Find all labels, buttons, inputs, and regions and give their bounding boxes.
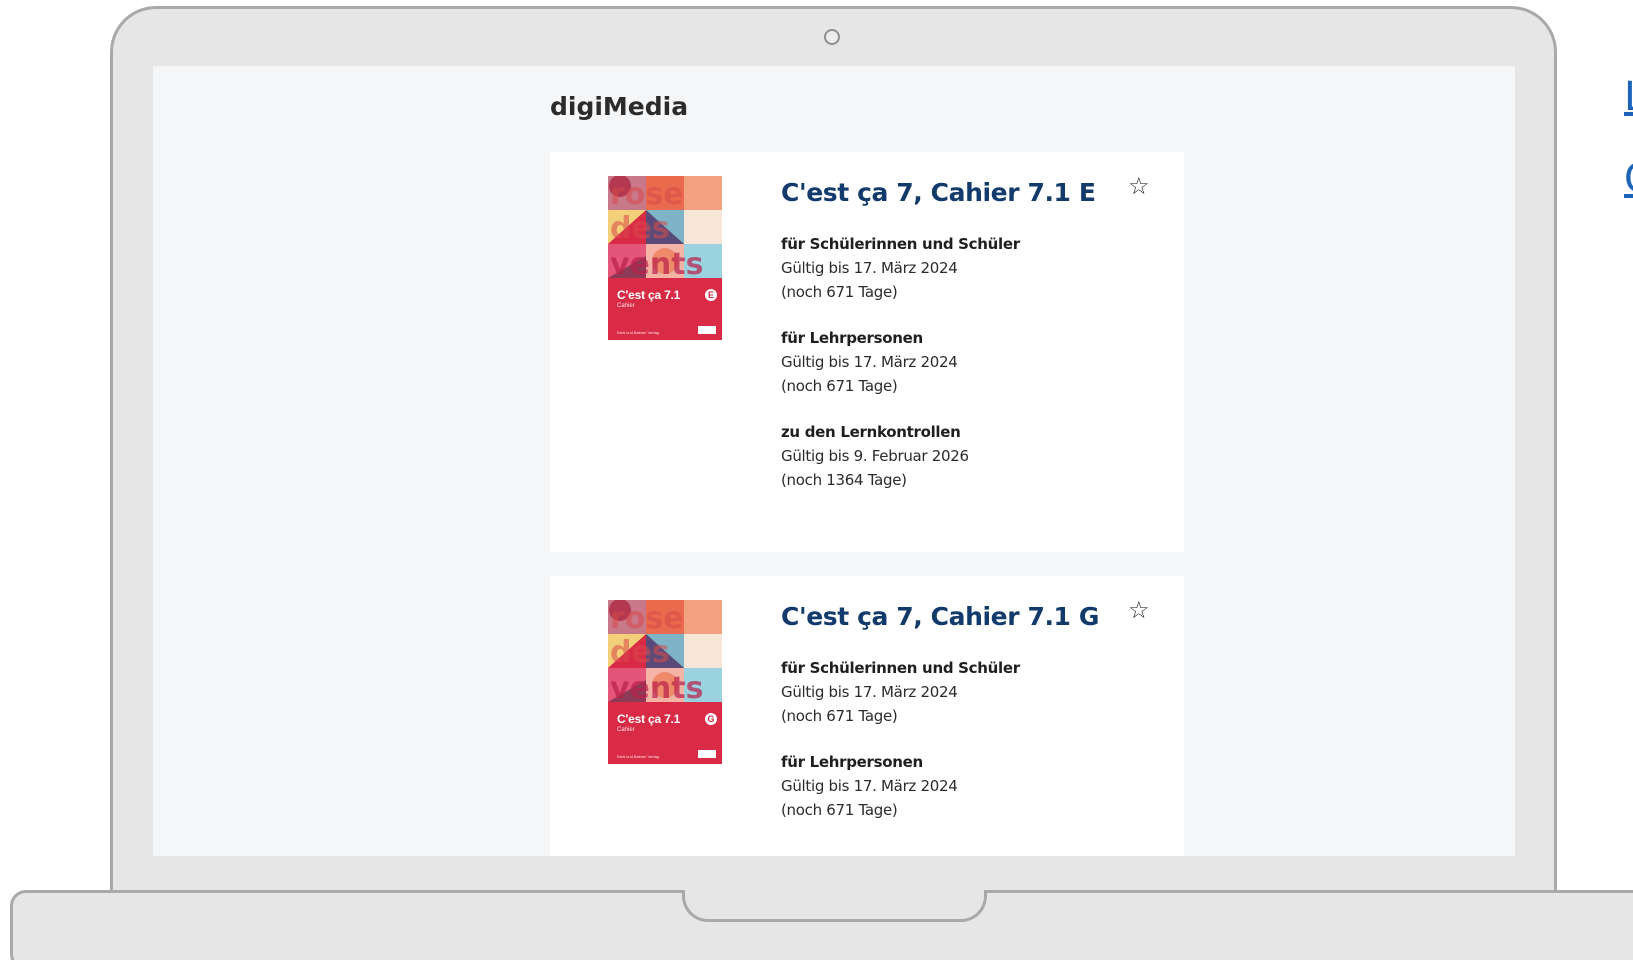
svg-text:vents: vents	[610, 671, 703, 706]
page-title: digiMedia	[550, 92, 689, 121]
license-label[interactable]: zu den Lernkontrollen	[781, 420, 1141, 444]
cover-title: C'est ça 7.1	[617, 712, 681, 726]
product-title[interactable]: C'est ça 7, Cahier 7.1 G	[781, 602, 1099, 631]
cover-badge: G	[705, 713, 717, 725]
laptop-mockup: L G digiMedia	[0, 0, 1633, 960]
svg-text:rose: rose	[610, 177, 684, 212]
cover-subtitle: Cahier	[617, 303, 635, 309]
license-remaining: (noch 1364 Tage)	[781, 471, 907, 489]
license-remaining: (noch 671 Tage)	[781, 707, 898, 725]
screen: digiMedia rose des vents C'est ça 7.1 Ca…	[153, 66, 1515, 856]
license-item[interactable]: für Schülerinnen und Schüler Gültig bis …	[781, 656, 1141, 728]
product-card: rose des vents C'est ça 7.1 Cahier G Kle…	[550, 576, 1184, 856]
book-cover-image[interactable]: rose des vents C'est ça 7.1 Cahier E Kle…	[608, 176, 722, 340]
cover-title: C'est ça 7.1	[617, 288, 681, 302]
svg-text:rose: rose	[610, 601, 684, 636]
star-outline-icon[interactable]: ☆	[1128, 598, 1150, 622]
license-valid-until: Gültig bis 17. März 2024	[781, 683, 958, 701]
cover-badge: E	[705, 289, 717, 301]
license-list: für Schülerinnen und Schüler Gültig bis …	[781, 656, 1141, 844]
cover-publisher: Klett und Balmer Verlag	[617, 754, 660, 759]
camera-icon	[824, 29, 840, 45]
license-label[interactable]: für Schülerinnen und Schüler	[781, 232, 1141, 256]
svg-text:des: des	[610, 211, 670, 246]
product-card: rose des vents C'est ça 7.1 Cahier E Kle…	[550, 152, 1184, 552]
external-link-2[interactable]: G	[1624, 156, 1633, 202]
product-title[interactable]: C'est ça 7, Cahier 7.1 E	[781, 178, 1096, 207]
license-valid-until: Gültig bis 17. März 2024	[781, 259, 958, 277]
cover-artwork: rose des vents	[608, 600, 722, 764]
svg-text:vents: vents	[610, 247, 703, 282]
license-remaining: (noch 671 Tage)	[781, 801, 898, 819]
svg-text:des: des	[610, 635, 670, 670]
license-remaining: (noch 671 Tage)	[781, 377, 898, 395]
publisher-logo-icon	[698, 750, 716, 758]
license-label[interactable]: für Lehrpersonen	[781, 326, 1141, 350]
cover-subtitle: Cahier	[617, 727, 635, 733]
cover-artwork: rose des vents	[608, 176, 722, 340]
license-item[interactable]: für Lehrpersonen Gültig bis 17. März 202…	[781, 326, 1141, 398]
license-remaining: (noch 671 Tage)	[781, 283, 898, 301]
license-label[interactable]: für Schülerinnen und Schüler	[781, 656, 1141, 680]
license-item[interactable]: zu den Lernkontrollen Gültig bis 9. Febr…	[781, 420, 1141, 492]
book-cover-image[interactable]: rose des vents C'est ça 7.1 Cahier G Kle…	[608, 600, 722, 764]
license-valid-until: Gültig bis 17. März 2024	[781, 777, 958, 795]
external-link-1[interactable]: L	[1624, 74, 1633, 120]
license-label[interactable]: für Lehrpersonen	[781, 750, 1141, 774]
license-list: für Schülerinnen und Schüler Gültig bis …	[781, 232, 1141, 514]
license-item[interactable]: für Lehrpersonen Gültig bis 17. März 202…	[781, 750, 1141, 822]
publisher-logo-icon	[698, 326, 716, 334]
license-valid-until: Gültig bis 17. März 2024	[781, 353, 958, 371]
license-item[interactable]: für Schülerinnen und Schüler Gültig bis …	[781, 232, 1141, 304]
star-outline-icon[interactable]: ☆	[1128, 174, 1150, 198]
cover-publisher: Klett und Balmer Verlag	[617, 330, 660, 335]
laptop-notch	[682, 890, 987, 922]
license-valid-until: Gültig bis 9. Februar 2026	[781, 447, 969, 465]
